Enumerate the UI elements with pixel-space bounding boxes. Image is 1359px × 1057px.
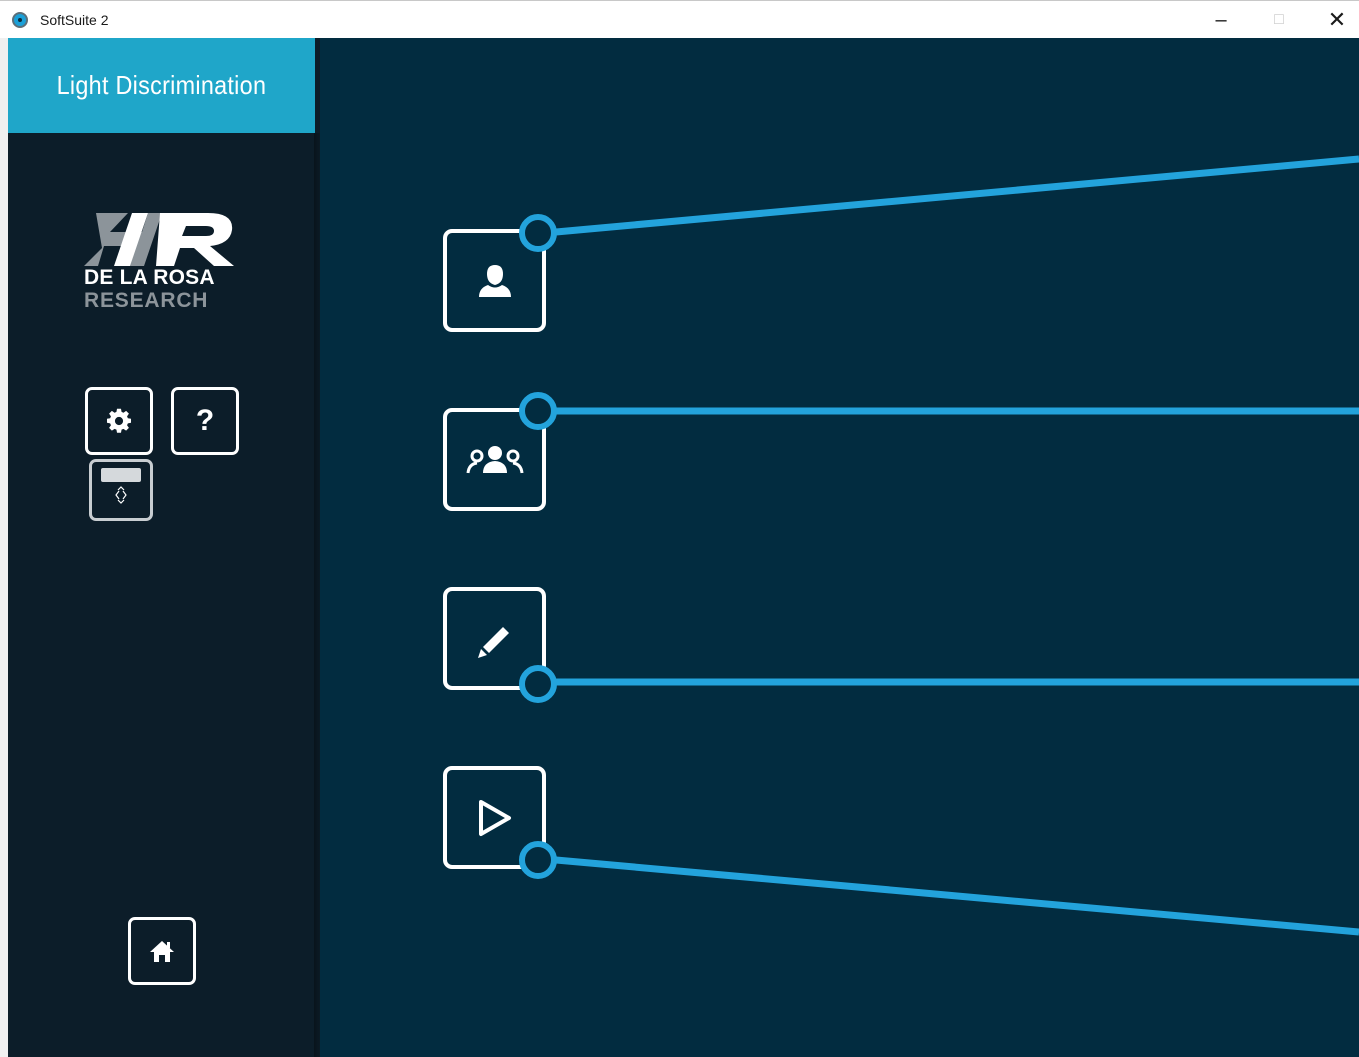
main-panel: [320, 38, 1359, 1057]
window-titlebar: SoftSuite 2 – □ ✕: [0, 0, 1359, 38]
group-icon: [466, 445, 523, 473]
home-button[interactable]: [128, 917, 196, 985]
logo-text-line1: DE LA ROSA: [84, 266, 215, 289]
resize-arrows-icon: [115, 486, 127, 504]
sidebar: [8, 38, 320, 1057]
screen-bar-icon: [101, 468, 141, 482]
window-title: SoftSuite 2: [40, 12, 109, 28]
user-icon: [478, 264, 511, 297]
group-button[interactable]: [443, 408, 546, 511]
window-border: [0, 38, 8, 1057]
logo-text-line2: RESEARCH: [84, 289, 209, 312]
help-button[interactable]: ?: [171, 387, 239, 455]
app-icon: [12, 12, 28, 28]
pencil-icon: [477, 626, 509, 658]
edit-button[interactable]: [443, 587, 546, 690]
module-header: Light Discrimination: [8, 38, 315, 133]
play-icon: [478, 799, 511, 836]
minimize-button[interactable]: –: [1198, 1, 1244, 39]
maximize-button[interactable]: □: [1256, 1, 1302, 39]
help-icon: ?: [195, 404, 215, 437]
subject-button[interactable]: [443, 229, 546, 332]
close-button[interactable]: ✕: [1314, 1, 1359, 39]
module-title: Light Discrimination: [56, 70, 267, 100]
screen-mode-button[interactable]: [89, 459, 153, 521]
home-icon: [150, 941, 174, 962]
gear-icon: [106, 408, 132, 433]
run-button[interactable]: [443, 766, 546, 869]
settings-button[interactable]: [85, 387, 153, 455]
